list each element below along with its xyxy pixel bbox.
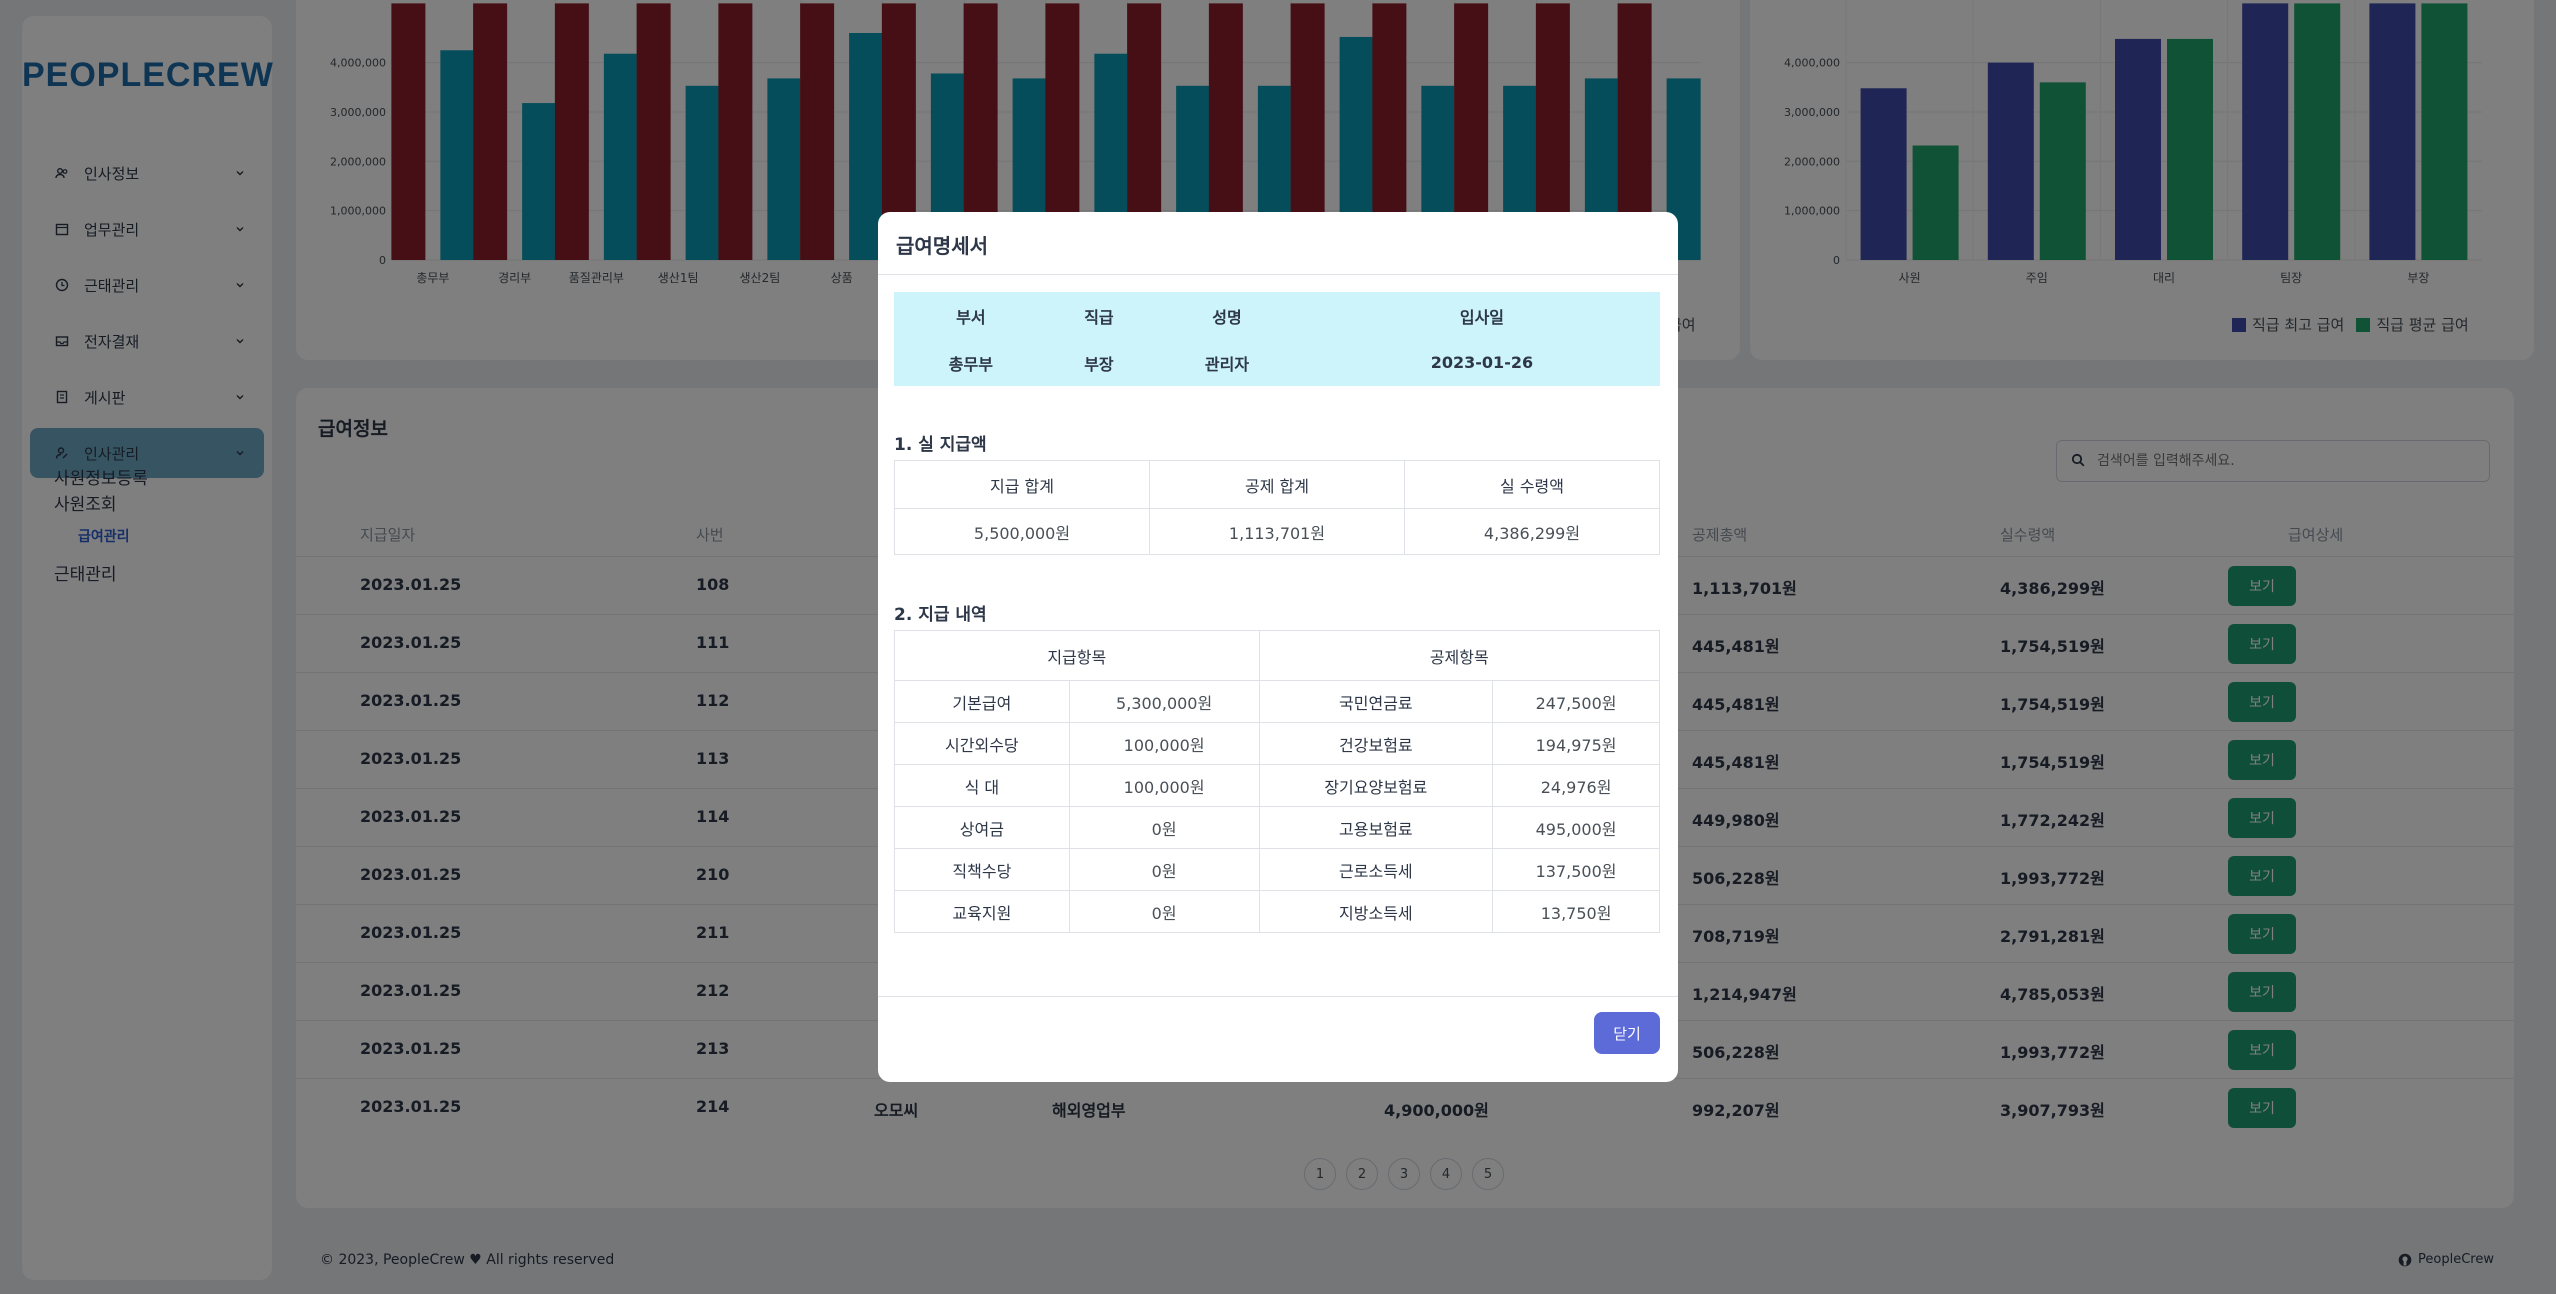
summary-net-pay: 4,386,299원 — [1404, 508, 1660, 555]
detail-pay-amount: 100,000원 — [1068, 722, 1260, 765]
detail-row: 식 대 100,000원 장기요양보험료 24,976원 — [894, 764, 1660, 807]
detail-pay-amount: 0원 — [1068, 890, 1260, 933]
detail-header-pay-items: 지급항목 — [894, 630, 1260, 681]
info-value-join-date: 2023-01-26 — [1430, 353, 1534, 372]
detail-deduction-amount: 247,500원 — [1492, 680, 1660, 723]
summary-header-net-pay: 실 수령액 — [1404, 460, 1660, 509]
detail-deduction-item: 지방소득세 — [1258, 890, 1494, 933]
detail-pay-item: 기본급여 — [894, 680, 1070, 723]
modal-header-divider — [878, 274, 1678, 275]
detail-deduction-amount: 13,750원 — [1492, 890, 1660, 933]
net-pay-summary-table: 지급 합계 공제 합계 실 수령액 5,500,000원 1,113,701원 … — [894, 460, 1660, 555]
summary-header-total-pay: 지급 합계 — [894, 460, 1150, 509]
detail-deduction-amount: 137,500원 — [1492, 848, 1660, 891]
detail-deduction-amount: 24,976원 — [1492, 764, 1660, 807]
detail-row: 시간외수당 100,000원 건강보험료 194,975원 — [894, 722, 1660, 765]
modal-title: 급여명세서 — [896, 234, 988, 258]
detail-pay-item: 상여금 — [894, 806, 1070, 849]
detail-pay-item: 직책수당 — [894, 848, 1070, 891]
detail-header-deduction-items: 공제항목 — [1258, 630, 1661, 681]
section-pay-detail-title: 2. 지급 내역 — [894, 605, 987, 625]
employee-info-table: 부서 직급 성명 입사일 총무부 부장 관리자 2023-01-26 — [894, 292, 1660, 386]
info-header-join-date: 입사일 — [1459, 307, 1505, 327]
payslip-modal: 급여명세서 부서 직급 성명 입사일 총무부 부장 관리자 2023-01-26… — [878, 212, 1678, 1082]
detail-row: 상여금 0원 고용보험료 495,000원 — [894, 806, 1660, 849]
detail-pay-amount: 100,000원 — [1068, 764, 1260, 807]
detail-pay-amount: 5,300,000원 — [1068, 680, 1260, 723]
section-net-pay-title: 1. 실 지급액 — [894, 435, 987, 455]
info-header-position: 직급 — [1084, 307, 1114, 327]
summary-header-total-deduction: 공제 합계 — [1149, 460, 1405, 509]
info-header-name: 성명 — [1212, 307, 1242, 327]
detail-deduction-item: 근로소득세 — [1258, 848, 1494, 891]
detail-pay-amount: 0원 — [1068, 806, 1260, 849]
detail-pay-item: 시간외수당 — [894, 722, 1070, 765]
detail-pay-item: 교육지원 — [894, 890, 1070, 933]
detail-deduction-item: 고용보험료 — [1258, 806, 1494, 849]
detail-row: 교육지원 0원 지방소득세 13,750원 — [894, 890, 1660, 933]
summary-total-deduction: 1,113,701원 — [1149, 508, 1405, 555]
modal-footer-divider — [878, 996, 1678, 997]
detail-row: 직책수당 0원 근로소득세 137,500원 — [894, 848, 1660, 891]
detail-pay-item: 식 대 — [894, 764, 1070, 807]
info-value-dept: 총무부 — [948, 354, 993, 374]
detail-deduction-item: 건강보험료 — [1258, 722, 1494, 765]
detail-deduction-item: 국민연금료 — [1258, 680, 1494, 723]
close-button[interactable]: 닫기 — [1594, 1012, 1660, 1054]
info-value-position: 부장 — [1084, 354, 1114, 374]
detail-deduction-amount: 194,975원 — [1492, 722, 1660, 765]
detail-row: 기본급여 5,300,000원 국민연금료 247,500원 — [894, 680, 1660, 723]
pay-detail-table: 지급항목 공제항목 기본급여 5,300,000원 국민연금료 247,500원 시간외… — [894, 630, 1661, 933]
info-value-name: 관리자 — [1204, 354, 1250, 374]
detail-pay-amount: 0원 — [1068, 848, 1260, 891]
detail-deduction-amount: 495,000원 — [1492, 806, 1660, 849]
summary-total-pay: 5,500,000원 — [894, 508, 1150, 555]
info-header-dept: 부서 — [956, 307, 986, 327]
detail-deduction-item: 장기요양보험료 — [1258, 764, 1494, 807]
